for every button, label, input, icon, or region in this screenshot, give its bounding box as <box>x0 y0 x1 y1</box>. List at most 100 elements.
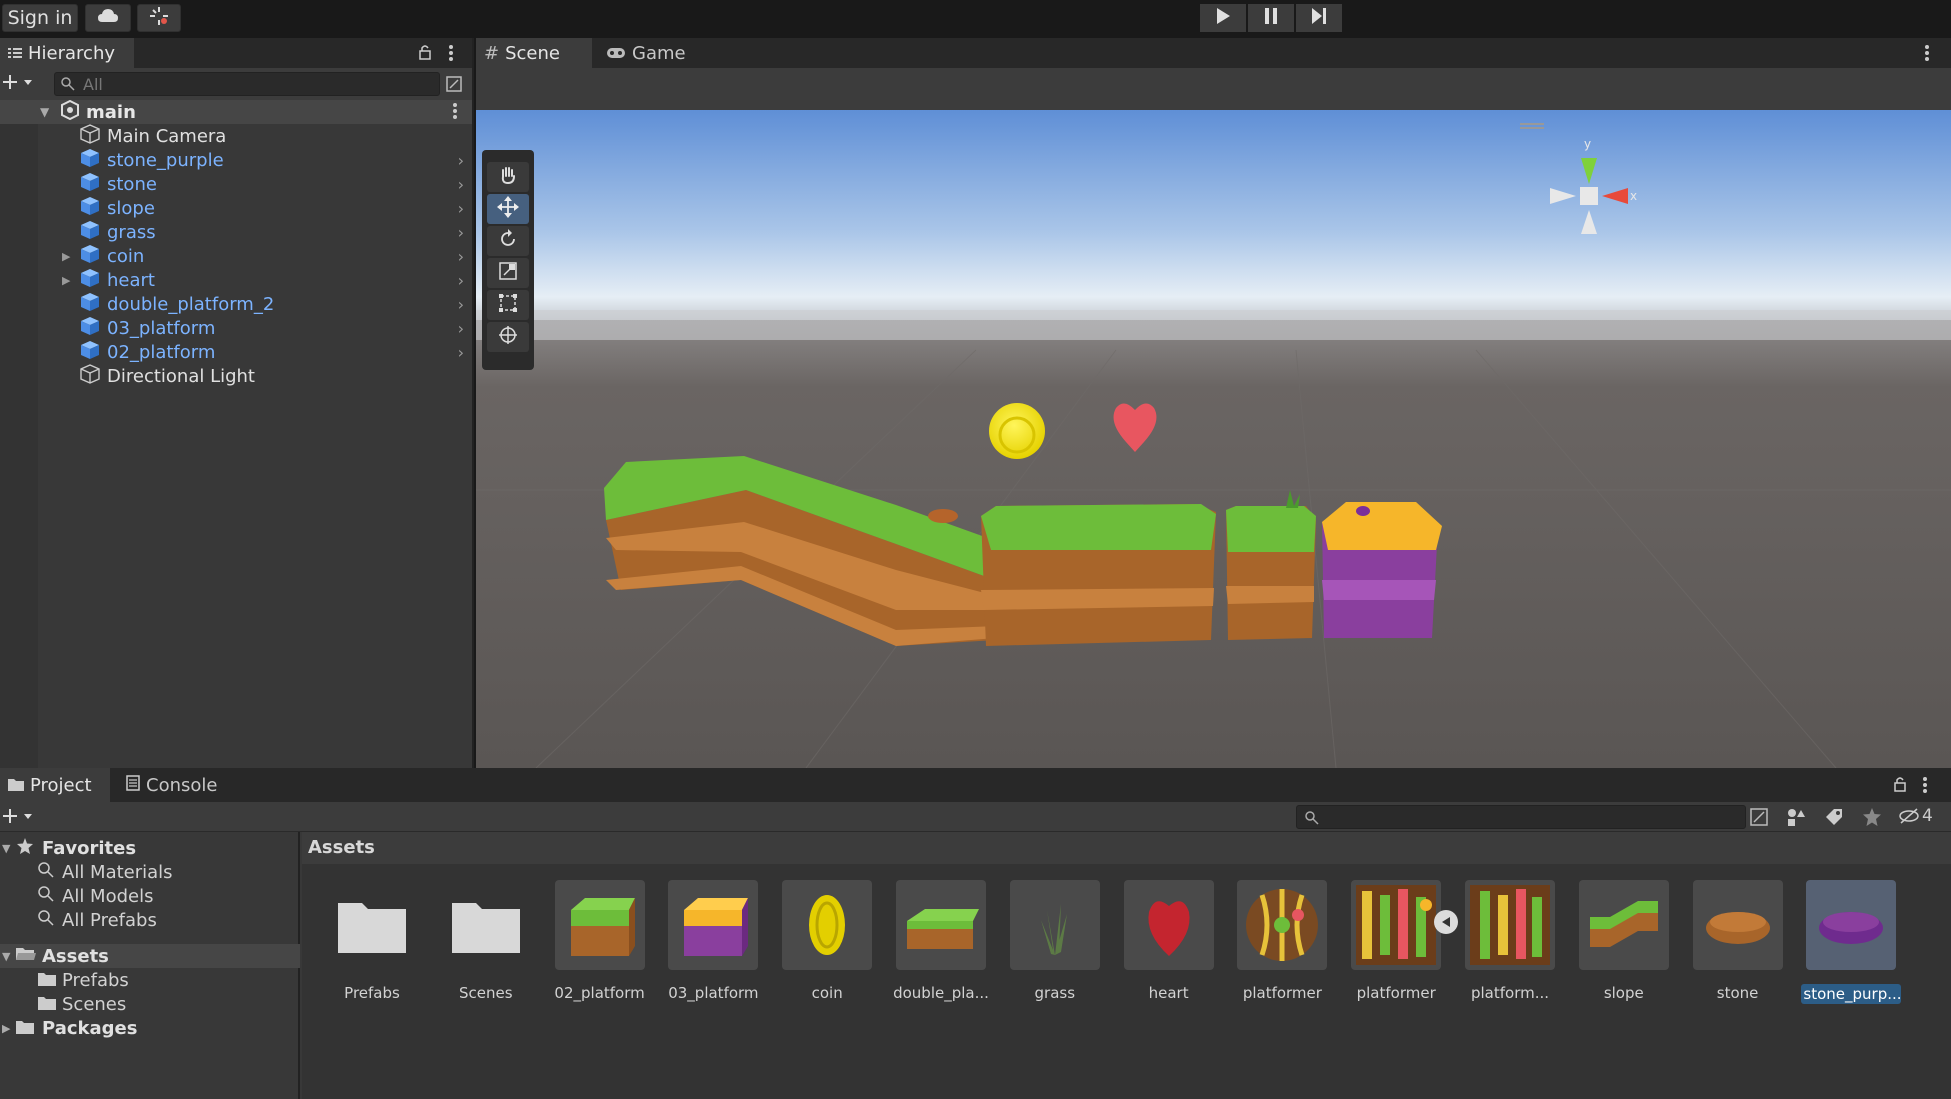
favorite-item[interactable]: All Materials <box>0 860 300 884</box>
stone-thumbnail <box>1806 880 1897 970</box>
project-search-input[interactable] <box>1296 805 1746 829</box>
hierarchy-item[interactable]: ▶ coin › <box>0 244 472 268</box>
hierarchy-item[interactable]: slope › <box>0 196 472 220</box>
tab-hierarchy[interactable]: Hierarchy <box>0 38 134 68</box>
folder-icon <box>16 1018 34 1039</box>
transform-tool-button[interactable] <box>487 322 529 352</box>
scene-viewport[interactable]: y x <box>476 110 1951 768</box>
tab-game[interactable]: Game <box>598 38 698 68</box>
asset-folder-item[interactable]: Scenes <box>0 992 300 1016</box>
asset-item[interactable]: platformer <box>1232 880 1332 1002</box>
chevron-right-icon[interactable]: › <box>458 175 464 194</box>
asset-item[interactable]: grass <box>1005 880 1105 1002</box>
top-toolbar: Sign in <box>0 0 1951 38</box>
asset-item[interactable]: coin <box>777 880 877 1002</box>
add-icon[interactable] <box>2 73 34 97</box>
assets-root-row[interactable]: ▼ Assets <box>0 944 300 968</box>
scale-icon <box>498 261 518 285</box>
cloud-button[interactable] <box>85 4 131 32</box>
asset-item[interactable]: stone_purp... <box>1801 880 1902 1004</box>
expand-arrow-icon[interactable]: ▼ <box>40 105 49 119</box>
packages-row[interactable]: ▶ Packages <box>0 1016 300 1040</box>
favorite-item[interactable]: All Models <box>0 884 300 908</box>
asset-item[interactable]: double_pla... <box>891 880 991 1002</box>
favorite-star-icon[interactable] <box>1862 807 1882 831</box>
prefab-cube-icon <box>80 340 100 365</box>
asset-item[interactable]: platform... <box>1460 880 1560 1002</box>
star-icon <box>16 837 34 860</box>
lock-icon[interactable] <box>418 44 432 64</box>
hierarchy-item[interactable]: grass › <box>0 220 472 244</box>
hierarchy-item[interactable]: Directional Light <box>0 363 472 388</box>
asset-item[interactable]: 03_platform <box>663 880 763 1002</box>
asset-item[interactable]: heart <box>1119 880 1219 1002</box>
expand-arrow-icon[interactable]: ▶ <box>62 274 70 287</box>
hierarchy-item[interactable]: 03_platform › <box>0 316 472 340</box>
chevron-right-icon[interactable]: › <box>458 271 464 290</box>
asset-item[interactable]: slope <box>1574 880 1674 1002</box>
gamepad-icon <box>606 43 626 64</box>
chevron-right-icon[interactable]: › <box>458 343 464 362</box>
asset-item[interactable]: platformer <box>1346 880 1446 1002</box>
asset-folder-label: Scenes <box>62 993 127 1015</box>
expand-arrow-icon[interactable]: ▶ <box>62 250 70 263</box>
hierarchy-item[interactable]: stone_purple › <box>0 148 472 172</box>
tab-console[interactable]: Console <box>118 768 238 802</box>
sign-in-button[interactable]: Sign in <box>2 4 78 32</box>
favorites-row[interactable]: ▼ Favorites <box>0 836 300 860</box>
hierarchy-item[interactable]: ▶ heart › <box>0 268 472 292</box>
asset-item[interactable]: Prefabs <box>322 880 422 1002</box>
collab-button[interactable] <box>137 4 181 32</box>
favorite-item[interactable]: All Prefabs <box>0 908 300 932</box>
asset-folder-item[interactable]: Prefabs <box>0 968 300 992</box>
asset-item[interactable]: Scenes <box>436 880 536 1002</box>
chevron-right-icon[interactable]: › <box>458 151 464 170</box>
breadcrumb[interactable]: Assets <box>308 837 375 858</box>
asset-item[interactable]: stone <box>1688 880 1788 1002</box>
hierarchy-item[interactable]: double_platform_2 › <box>0 292 472 316</box>
asset-label: heart <box>1148 984 1189 1002</box>
expand-sprite-icon[interactable] <box>1434 910 1458 934</box>
expand-arrow-icon[interactable]: ▼ <box>2 950 10 963</box>
scale-tool-button[interactable] <box>487 258 529 288</box>
create-asset-icon[interactable] <box>2 807 34 831</box>
project-menu-dots-icon[interactable] <box>1922 776 1928 798</box>
move-tool-button[interactable] <box>487 194 529 224</box>
tab-scene[interactable]: # Scene <box>476 38 592 68</box>
chevron-right-icon[interactable]: › <box>458 319 464 338</box>
rotate-tool-button[interactable] <box>487 226 529 256</box>
expand-search-icon[interactable] <box>446 76 462 96</box>
hierarchy-item[interactable]: Main Camera <box>0 123 472 148</box>
search-expand-icon[interactable] <box>1750 808 1768 830</box>
step-button[interactable] <box>1296 4 1342 32</box>
scene-menu-dots-icon[interactable] <box>1924 44 1930 66</box>
expand-arrow-icon[interactable]: ▼ <box>2 842 10 855</box>
chevron-right-icon[interactable]: › <box>458 223 464 242</box>
chevron-right-icon[interactable]: › <box>458 199 464 218</box>
search-by-type-icon[interactable] <box>1786 807 1806 831</box>
chevron-right-icon[interactable]: › <box>458 247 464 266</box>
chevron-right-icon[interactable]: › <box>458 295 464 314</box>
scene-menu-icon[interactable] <box>452 102 458 125</box>
scene-row-main[interactable]: ▼ main <box>0 99 472 125</box>
gizmo-x-label: x <box>1630 189 1637 203</box>
hand-tool-button[interactable] <box>487 162 529 192</box>
hierarchy-item[interactable]: 02_platform › <box>0 340 472 364</box>
hierarchy-search-input[interactable]: All <box>54 72 440 96</box>
hierarchy-item[interactable]: stone › <box>0 172 472 196</box>
pause-icon <box>1263 7 1279 29</box>
hidden-count: 4 <box>1922 806 1933 826</box>
play-button[interactable] <box>1200 4 1246 32</box>
rect-tool-button[interactable] <box>487 290 529 320</box>
search-by-label-icon[interactable] <box>1824 807 1844 831</box>
collapse-arrow-icon[interactable]: ▶ <box>2 1022 10 1035</box>
hidden-packages-icon[interactable] <box>1898 808 1920 828</box>
project-lock-icon[interactable] <box>1893 776 1907 796</box>
scene-panel: # Scene Game ▾ ▾ ▾ ▾ ▾ ▾ 2D ▾ ▾ ▾ <box>476 38 1951 768</box>
tab-project[interactable]: Project <box>0 768 110 802</box>
asset-item[interactable]: 02_platform <box>550 880 650 1002</box>
platform-thumbnail <box>896 880 986 970</box>
pause-button[interactable] <box>1248 4 1294 32</box>
folder-icon <box>441 880 531 970</box>
menu-dots-icon[interactable] <box>448 44 454 66</box>
